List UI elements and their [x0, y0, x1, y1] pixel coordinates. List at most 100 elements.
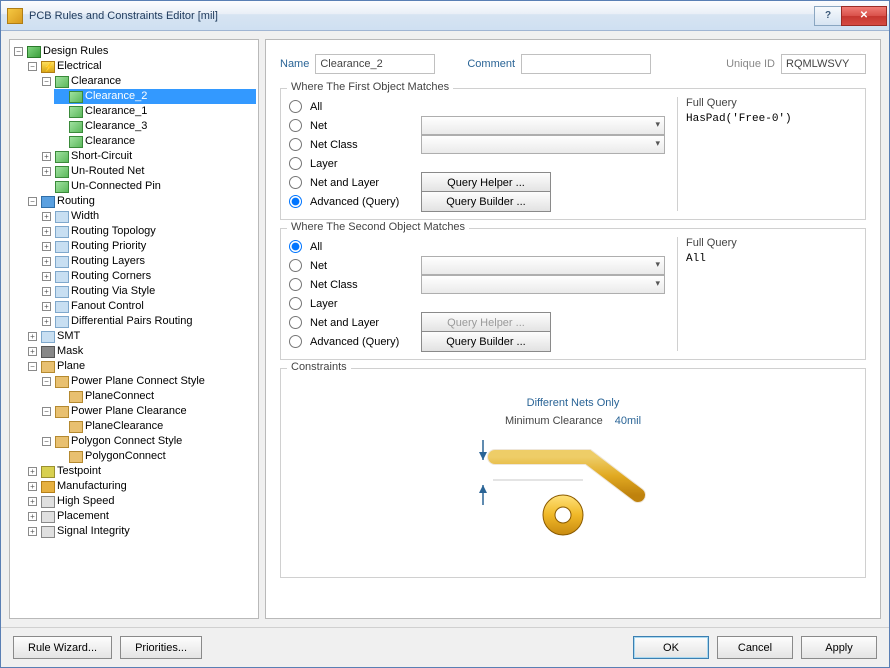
collapse-icon[interactable]: −	[42, 377, 51, 386]
m2-net-combo[interactable]	[421, 256, 665, 275]
rules-tree[interactable]: −Design Rules −Electrical −Clearance Cle…	[9, 39, 259, 619]
tree-electrical[interactable]: − Electrical	[26, 59, 256, 74]
expand-icon[interactable]: +	[42, 167, 51, 176]
tree-root[interactable]: −Design Rules	[12, 44, 256, 59]
expand-icon[interactable]: +	[42, 287, 51, 296]
tree-routing[interactable]: −Routing	[26, 194, 256, 209]
m1-netlayer-radio[interactable]	[289, 176, 302, 189]
tree-manufacturing[interactable]: +Manufacturing	[26, 479, 256, 494]
expand-icon[interactable]: +	[28, 512, 37, 521]
priorities-button[interactable]: Priorities...	[120, 636, 202, 659]
collapse-icon[interactable]: −	[28, 197, 37, 206]
m2-net-radio[interactable]	[289, 259, 302, 272]
name-input[interactable]	[315, 54, 435, 74]
m1-layer-radio[interactable]	[289, 157, 302, 170]
tree-pcs[interactable]: −Polygon Connect Style	[40, 434, 256, 449]
expand-icon[interactable]: +	[42, 227, 51, 236]
tree-priority[interactable]: +Routing Priority	[40, 239, 256, 254]
m2-netlayer-radio[interactable]	[289, 316, 302, 329]
comment-input[interactable]	[521, 54, 651, 74]
m1-advanced-radio[interactable]	[289, 195, 302, 208]
tree-topology[interactable]: +Routing Topology	[40, 224, 256, 239]
m1-net-radio[interactable]	[289, 119, 302, 132]
tree-planeconnect[interactable]: PlaneConnect	[54, 389, 256, 404]
tree-via-style[interactable]: +Routing Via Style	[40, 284, 256, 299]
tree-fanout[interactable]: +Fanout Control	[40, 299, 256, 314]
tree-unrouted-net[interactable]: +Un-Routed Net	[40, 164, 256, 179]
full-query-value[interactable]: HasPad('Free-0')	[686, 113, 857, 125]
tree-smt[interactable]: +SMT	[26, 329, 256, 344]
apply-button[interactable]: Apply	[801, 636, 877, 659]
tree-diffpair[interactable]: +Differential Pairs Routing	[40, 314, 256, 329]
tree-label: Clearance_1	[85, 104, 147, 119]
titlebar[interactable]: PCB Rules and Constraints Editor [mil] ?…	[1, 1, 889, 31]
m2-layer-radio[interactable]	[289, 297, 302, 310]
tree-unconnected-pin[interactable]: Un-Connected Pin	[40, 179, 256, 194]
collapse-icon[interactable]: −	[42, 407, 51, 416]
m1-query-helper-button[interactable]: Query Helper ...	[421, 172, 551, 193]
collapse-icon[interactable]: −	[28, 362, 37, 371]
tree-planeclearance[interactable]: PlaneClearance	[54, 419, 256, 434]
tree-testpoint[interactable]: +Testpoint	[26, 464, 256, 479]
expand-icon[interactable]: +	[28, 497, 37, 506]
clearance-icon	[69, 121, 83, 133]
expand-icon[interactable]: +	[28, 467, 37, 476]
expand-icon[interactable]: +	[28, 332, 37, 341]
m2-netclass-combo[interactable]	[421, 275, 665, 294]
collapse-icon[interactable]: −	[42, 437, 51, 446]
ok-button[interactable]: OK	[633, 636, 709, 659]
tree-clearance-3[interactable]: Clearance_3	[54, 119, 256, 134]
m1-query-builder-button[interactable]: Query Builder ...	[421, 191, 551, 212]
expand-icon[interactable]: +	[42, 272, 51, 281]
tree-plane[interactable]: −Plane	[26, 359, 256, 374]
tree-placement[interactable]: +Placement	[26, 509, 256, 524]
tree-clearance-def[interactable]: Clearance	[54, 134, 256, 149]
expand-icon[interactable]: +	[28, 527, 37, 536]
clearance-icon	[69, 106, 83, 118]
expand-icon[interactable]: +	[42, 317, 51, 326]
m2-all-radio[interactable]	[289, 240, 302, 253]
m2-advanced-radio[interactable]	[289, 335, 302, 348]
expand-icon[interactable]: +	[28, 482, 37, 491]
expand-icon[interactable]: +	[42, 257, 51, 266]
expand-icon[interactable]: +	[42, 212, 51, 221]
m1-netclass-radio[interactable]	[289, 138, 302, 151]
expand-icon[interactable]: +	[42, 152, 51, 161]
tree-layers[interactable]: +Routing Layers	[40, 254, 256, 269]
m1-net-combo[interactable]	[421, 116, 665, 135]
tree-highspeed[interactable]: +High Speed	[26, 494, 256, 509]
m1-netclass-combo[interactable]	[421, 135, 665, 154]
different-nets-only-label[interactable]: Different Nets Only	[289, 397, 857, 409]
clearance-diagram	[289, 435, 857, 545]
collapse-icon[interactable]: −	[28, 62, 37, 71]
tree-signal-integrity[interactable]: +Signal Integrity	[26, 524, 256, 539]
tree-mask[interactable]: +Mask	[26, 344, 256, 359]
expand-icon[interactable]: +	[28, 347, 37, 356]
tree-polygonconnect[interactable]: PolygonConnect	[54, 449, 256, 464]
tree-label: Electrical	[57, 59, 102, 74]
min-clearance-value[interactable]: 40mil	[615, 415, 641, 427]
help-button[interactable]: ?	[814, 6, 842, 26]
collapse-icon[interactable]: −	[14, 47, 23, 56]
app-icon	[7, 8, 23, 24]
cancel-button[interactable]: Cancel	[717, 636, 793, 659]
tree-clearance-2[interactable]: Clearance_2	[54, 89, 256, 104]
tree-label: Short-Circuit	[71, 149, 132, 164]
tree-ppcs[interactable]: −Power Plane Connect Style	[40, 374, 256, 389]
tree-corners[interactable]: +Routing Corners	[40, 269, 256, 284]
tree-ppc[interactable]: −Power Plane Clearance	[40, 404, 256, 419]
close-button[interactable]: ✕	[841, 6, 887, 26]
collapse-icon[interactable]: −	[42, 77, 51, 86]
m2-query-builder-button[interactable]: Query Builder ...	[421, 331, 551, 352]
expand-icon[interactable]: +	[42, 242, 51, 251]
m1-all-radio[interactable]	[289, 100, 302, 113]
expand-icon[interactable]: +	[42, 302, 51, 311]
tree-label: PolygonConnect	[85, 449, 166, 464]
m2-netclass-radio[interactable]	[289, 278, 302, 291]
full-query-value[interactable]: All	[686, 253, 857, 265]
tree-clearance-1[interactable]: Clearance_1	[54, 104, 256, 119]
tree-clearance[interactable]: −Clearance	[40, 74, 256, 89]
rule-wizard-button[interactable]: Rule Wizard...	[13, 636, 112, 659]
tree-short-circuit[interactable]: + Short-Circuit	[40, 149, 256, 164]
tree-width[interactable]: +Width	[40, 209, 256, 224]
